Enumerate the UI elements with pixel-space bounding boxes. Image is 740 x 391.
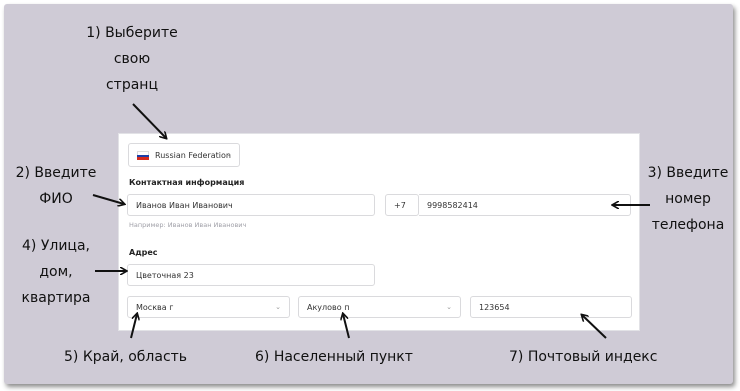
- arrow-step1: [132, 103, 166, 138]
- annotation-arrows: [92, 103, 650, 339]
- arrow-step7: [582, 315, 607, 339]
- arrow-step6: [343, 314, 350, 339]
- arrow-step2: [92, 194, 124, 204]
- arrow-step5: [130, 314, 137, 339]
